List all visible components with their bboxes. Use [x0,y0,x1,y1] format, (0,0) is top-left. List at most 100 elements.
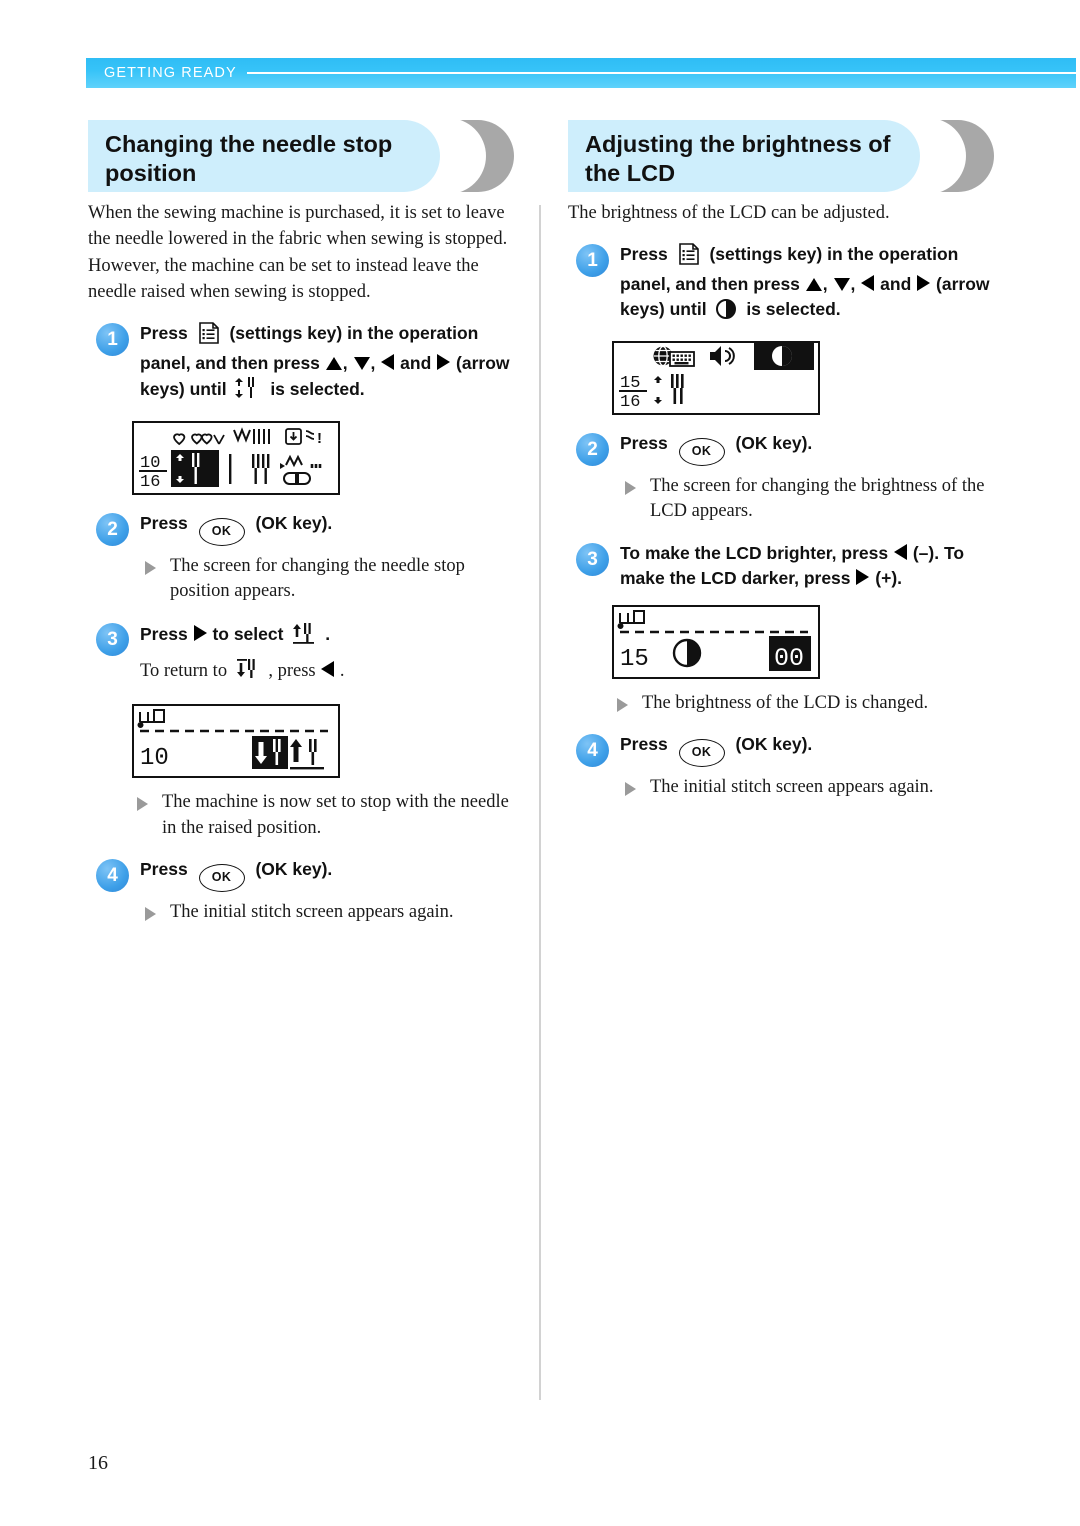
language-icon [653,345,695,367]
step-text-end: is selected. [746,298,841,319]
ok-key-icon: OK [678,437,725,466]
step-text-after-key: (OK key). [735,432,813,453]
step-2-right: 2 Press OK (OK key). The screen for chan… [568,431,998,525]
step-text: Press to select . [140,621,518,652]
needle-position-icon [654,373,684,404]
result-text: The machine is now set to stop with the … [162,792,509,838]
result-triangle-icon [137,797,148,812]
brightness-icon [772,345,792,366]
arrow-conjunction: and [400,352,432,373]
step-text: Press (settings key) in the operation pa… [620,242,998,327]
page-title-right: Adjusting the brightness of the LCD [585,131,891,187]
step-text-after-key: (OK key). [735,734,813,755]
arrow-down-icon [353,356,370,370]
header-rule [246,72,1076,74]
lcd-brightness-screen: 15 00 [612,604,820,679]
step-text-end: is selected. [270,378,365,399]
lcd-fraction-bottom: 16 [140,473,160,489]
lcd-fraction-bottom: 16 [620,393,640,409]
lcd-needle-value: 10 [140,745,169,772]
settings-key-icon [678,243,700,272]
step-4-right: 4 Press OK (OK key). The initial stitch … [568,732,998,801]
right-column: Adjusting the brightness of the LCD The … [568,120,998,801]
brightness-icon [672,638,702,667]
step-3-result-right: The brightness of the LCD is changed. [612,691,998,717]
arrow-down-icon [833,278,850,292]
subline-a: To return to [140,661,228,682]
result-text: The screen for changing the needle stop … [170,555,465,602]
section-heading-left: Changing the needle stop position [88,120,518,194]
page-number: 16 [88,1452,108,1474]
step-text: Press OK (OK key). [140,857,518,893]
result-triangle-icon [617,697,628,712]
step-text-c: (+). [875,567,903,588]
step-text: Press OK (OK key). [620,431,998,466]
step-text-before-key: Press [140,323,188,344]
step-result: The screen for changing the brightness o… [620,474,998,525]
column-divider [539,205,541,1400]
intro-paragraph-left: When the sewing machine is purchased, it… [88,203,508,302]
lcd-level-value: 00 [774,644,804,673]
needle-up-icon [292,621,316,652]
step-text: Press OK (OK key). [140,511,518,546]
arrow-left-icon [381,353,395,370]
step-text-after-key: (OK key). [255,859,333,880]
result-triangle-icon [145,907,156,922]
arrow-right-icon [437,353,451,370]
result-text: The screen for changing the brightness o… [650,475,985,522]
lcd-settings-screen-right: 15 16 [612,340,820,415]
step-number: 3 [576,542,609,576]
step-text-after-key: (OK key). [255,512,333,533]
step-number: 4 [96,859,129,893]
manual-page: GETTING READY Changing the needle stop p… [0,0,1080,1526]
step-text-a: To make the LCD brighter, press [620,542,889,563]
result-triangle-icon [625,782,636,797]
needle-down-icon [236,657,260,690]
arrow-sep-1: , [822,274,828,295]
arrow-left-icon [893,543,907,560]
sound-icon [710,345,735,366]
step-result: The screen for changing the needle stop … [140,554,518,605]
ok-key-icon: OK [198,864,245,893]
subline-c: . [339,661,345,682]
step-text-c: . [325,623,331,644]
svg-text:!: ! [317,430,322,447]
step-text-before-key: Press [620,244,668,265]
arrow-left-icon [861,275,875,292]
heading-crescent [920,120,998,192]
section-heading-right: Adjusting the brightness of the LCD [568,120,998,194]
arrow-sep-2: , [850,274,856,295]
result-triangle-icon [145,560,156,575]
step-number: 4 [576,734,609,768]
arrow-right-icon [856,568,870,585]
step-3-result-left: The machine is now set to stop with the … [132,790,518,841]
ok-key-icon: OK [678,739,725,768]
result-triangle-icon [625,480,636,495]
step-3-subline: To return to , press . [140,657,518,690]
step-3-left: 3 Press to select . To return to , press… [88,621,518,691]
page-title-left: Changing the needle stop position [105,131,393,187]
ok-key-icon: OK [198,517,245,546]
arrow-up-icon [325,356,342,370]
needle-stop-position-icon [235,376,261,407]
intro-paragraph-right: The brightness of the LCD can be adjuste… [568,203,890,223]
step-1-left: 1 Press (settings key) in the operation … [88,321,518,407]
arrow-conjunction: and [880,274,912,295]
step-text-before-key: Press [620,432,668,453]
step-number: 3 [96,622,129,656]
step-3-right: 3 To make the LCD brighter, press (–). T… [568,541,998,591]
step-number: 1 [576,244,609,278]
brightness-icon [715,298,737,327]
arrow-up-icon [805,278,822,292]
arrow-left-icon [321,661,335,678]
step-text: To make the LCD brighter, press (–). To … [620,541,998,591]
step-1-right: 1 Press (settings key) in the operation … [568,242,998,327]
step-4-left: 4 Press OK (OK key). The initial stitch … [88,857,518,926]
step-number: 2 [96,512,129,546]
result-text: The initial stitch screen appears again. [170,902,454,923]
arrow-right-icon [917,275,931,292]
step-text-before-key: Press [620,734,668,755]
left-column: Changing the needle stop position When t… [88,120,518,926]
step-result: The initial stitch screen appears again. [140,900,518,926]
step-result: The initial stitch screen appears again. [620,775,998,801]
